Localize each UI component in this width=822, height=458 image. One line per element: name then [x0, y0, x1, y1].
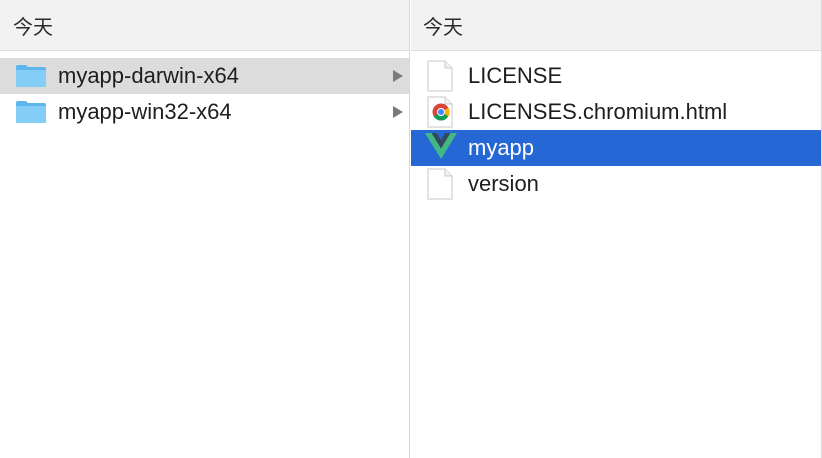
- right-column: 今天 LICENSE LICENSES.chromium.html myapp …: [411, 0, 822, 458]
- folder-row-darwin[interactable]: myapp-darwin-x64: [0, 58, 409, 94]
- file-label: myapp: [468, 135, 535, 160]
- file-row-version[interactable]: version: [411, 166, 821, 202]
- file-row-license[interactable]: LICENSE: [411, 58, 821, 94]
- left-file-list: myapp-darwin-x64 myapp-win32-x64: [0, 58, 409, 130]
- folder-label: myapp-darwin-x64: [58, 63, 239, 88]
- folder-label: myapp-win32-x64: [58, 99, 232, 124]
- right-file-list: LICENSE LICENSES.chromium.html myapp ver…: [411, 58, 821, 202]
- folder-icon: [16, 101, 46, 123]
- file-label: LICENSE: [468, 63, 563, 88]
- left-column-header[interactable]: 今天: [0, 0, 409, 51]
- file-label: LICENSES.chromium.html: [468, 99, 728, 124]
- file-icon: [427, 60, 453, 92]
- file-label: version: [468, 171, 539, 196]
- file-icon: [427, 168, 453, 200]
- file-row-licenses-chromium[interactable]: LICENSES.chromium.html: [411, 94, 821, 130]
- disclosure-arrow-icon: [393, 70, 403, 82]
- folder-icon: [16, 65, 46, 87]
- right-column-header[interactable]: 今天: [411, 0, 821, 51]
- chrome-icon: [432, 103, 450, 121]
- disclosure-arrow-icon: [393, 106, 403, 118]
- file-row-myapp[interactable]: myapp: [411, 130, 821, 166]
- left-column: 今天 myapp-darwin-x64 myapp-win32-x64: [0, 0, 410, 458]
- folder-row-win32[interactable]: myapp-win32-x64: [0, 94, 409, 130]
- vue-logo-icon: [425, 133, 457, 159]
